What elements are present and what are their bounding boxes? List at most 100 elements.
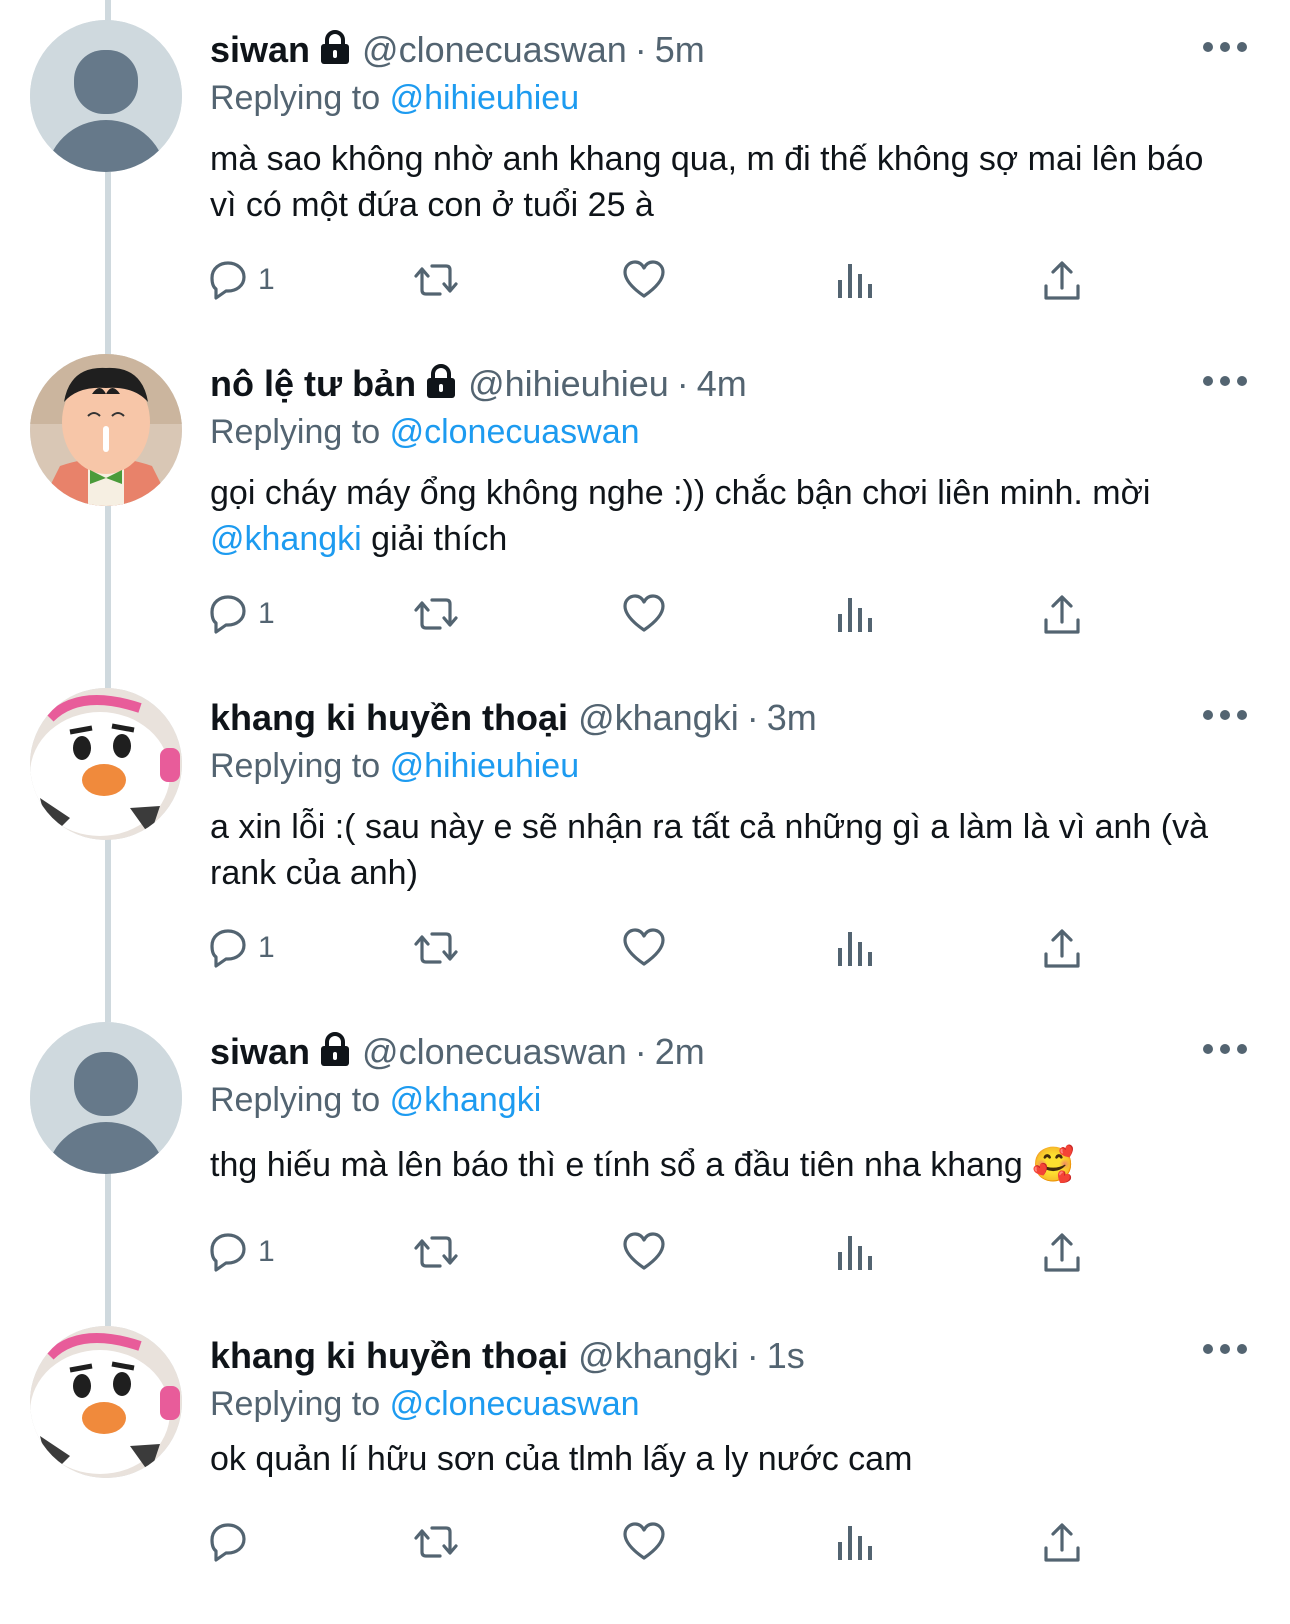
reply-button[interactable] [204, 1514, 258, 1570]
replying-to-link[interactable]: @hihieuhieu [390, 747, 580, 785]
replying-to-link[interactable]: @clonecuaswan [390, 1385, 640, 1423]
action-bar: 1 [210, 920, 1210, 976]
timestamp[interactable]: 2m [655, 1031, 705, 1072]
like-button[interactable] [620, 1514, 668, 1570]
reply-icon [210, 1523, 246, 1562]
retweet-icon [414, 1236, 458, 1268]
reply-button[interactable]: 1 [204, 920, 275, 976]
display-name[interactable]: siwan [210, 1031, 310, 1072]
tweet-header: khang ki huyền thoại @khangki · 1s [210, 1332, 805, 1380]
retweet-icon [414, 598, 458, 630]
views-button[interactable] [830, 586, 878, 642]
timestamp[interactable]: 4m [697, 363, 747, 404]
more-options-icon[interactable] [1200, 700, 1250, 730]
tweet[interactable]: siwan @clonecuaswan · 2m Replying to @khang… [0, 1002, 1290, 1306]
default-avatar-icon [30, 20, 182, 172]
share-button[interactable] [1038, 920, 1086, 976]
share-button[interactable] [1038, 586, 1086, 642]
reply-button[interactable]: 1 [204, 252, 275, 308]
views-button[interactable] [830, 1224, 878, 1280]
default-avatar-icon [30, 1022, 182, 1174]
handle[interactable]: @khangki [578, 1335, 739, 1376]
separator-dot: · [746, 697, 759, 738]
like-icon [623, 260, 665, 298]
tweet[interactable]: khang ki huyền thoại @khangki · 1s Replying… [0, 1306, 1290, 1624]
display-name[interactable]: khang ki huyền thoại [210, 697, 568, 738]
plush-duck-avatar [30, 688, 182, 840]
more-options-icon[interactable] [1200, 1034, 1250, 1064]
handle[interactable]: @khangki [578, 697, 739, 738]
lock-icon [427, 364, 456, 398]
tweet-text: mà sao không nhờ anh khang qua, m đi thế… [210, 136, 1210, 228]
more-options-icon[interactable] [1200, 32, 1250, 62]
replying-to: Replying to @hihieuhieu [210, 742, 579, 790]
avatar[interactable] [30, 354, 182, 506]
share-icon [1044, 1233, 1080, 1272]
retweet-button[interactable] [412, 1514, 460, 1570]
handle[interactable]: @hihieuhieu [468, 363, 669, 404]
retweet-button[interactable] [412, 252, 460, 308]
like-button[interactable] [620, 1224, 668, 1280]
action-bar: 1 [210, 1224, 1210, 1280]
views-icon [838, 264, 872, 298]
mention-link[interactable]: @khangki [210, 520, 362, 558]
tweet-text: a xin lỗi :( sau này e sẽ nhận ra tất cả… [210, 804, 1210, 896]
views-button[interactable] [830, 252, 878, 308]
like-button[interactable] [620, 920, 668, 976]
replying-to-link[interactable]: @khangki [390, 1081, 542, 1119]
reply-button[interactable]: 1 [204, 586, 275, 642]
separator-dot: · [634, 29, 647, 70]
views-button[interactable] [830, 920, 878, 976]
share-button[interactable] [1038, 1224, 1086, 1280]
avatar[interactable] [30, 688, 182, 840]
like-icon [623, 1522, 665, 1560]
tweet[interactable]: siwan @clonecuaswan · 5m Replying to @hihie… [0, 0, 1290, 334]
replying-prefix: Replying to [210, 747, 381, 785]
tweet-text: thg hiếu mà lên báo thì e tính sổ a đầu … [210, 1142, 1210, 1188]
lock-icon [321, 30, 350, 64]
like-button[interactable] [620, 586, 668, 642]
replying-to-link[interactable]: @clonecuaswan [390, 413, 640, 451]
avatar[interactable] [30, 1022, 182, 1174]
tweet-text-part: a xin lỗi :( sau này e sẽ nhận ra tất cả… [210, 808, 1208, 892]
share-button[interactable] [1038, 252, 1086, 308]
handle[interactable]: @clonecuaswan [362, 1031, 627, 1072]
reply-count: 1 [258, 931, 275, 964]
tweet-text: gọi cháy máy ổng không nghe :)) chắc bận… [210, 470, 1210, 562]
replying-prefix: Replying to [210, 1081, 381, 1119]
more-options-icon[interactable] [1200, 366, 1250, 396]
reply-button[interactable]: 1 [204, 1224, 275, 1280]
replying-prefix: Replying to [210, 79, 381, 117]
like-button[interactable] [620, 252, 668, 308]
timestamp[interactable]: 1s [767, 1335, 805, 1376]
share-button[interactable] [1038, 1514, 1086, 1570]
reply-icon [210, 1233, 246, 1272]
like-icon [623, 1232, 665, 1270]
share-icon [1044, 595, 1080, 634]
replying-to-link[interactable]: @hihieuhieu [390, 79, 580, 117]
tweet-header: nô lệ tư bản @hihieuhieu · 4m [210, 360, 747, 408]
action-bar [210, 1514, 1210, 1570]
display-name[interactable]: siwan [210, 29, 310, 70]
share-icon [1044, 261, 1080, 300]
retweet-button[interactable] [412, 586, 460, 642]
retweet-button[interactable] [412, 920, 460, 976]
display-name[interactable]: khang ki huyền thoại [210, 1335, 568, 1376]
avatar[interactable] [30, 20, 182, 172]
tweet-header: siwan @clonecuaswan · 5m [210, 26, 705, 74]
tweet[interactable]: nô lệ tư bản @hihieuhieu · 4m Replying to @… [0, 334, 1290, 668]
timestamp[interactable]: 5m [655, 29, 705, 70]
retweet-icon [414, 264, 458, 296]
tweet-text-part: mà sao không nhờ anh khang qua, m đi thế… [210, 140, 1204, 224]
avatar[interactable] [30, 1326, 182, 1478]
views-button[interactable] [830, 1514, 878, 1570]
tweet-text: ok quản lí hữu sơn của tlmh lấy a ly nướ… [210, 1436, 1210, 1482]
more-options-icon[interactable] [1200, 1334, 1250, 1364]
timestamp[interactable]: 3m [767, 697, 817, 738]
display-name[interactable]: nô lệ tư bản [210, 363, 416, 404]
replying-prefix: Replying to [210, 1385, 381, 1423]
retweet-button[interactable] [412, 1224, 460, 1280]
reply-count: 1 [258, 1235, 275, 1268]
handle[interactable]: @clonecuaswan [362, 29, 627, 70]
tweet[interactable]: khang ki huyền thoại @khangki · 3m Replying… [0, 668, 1290, 1002]
